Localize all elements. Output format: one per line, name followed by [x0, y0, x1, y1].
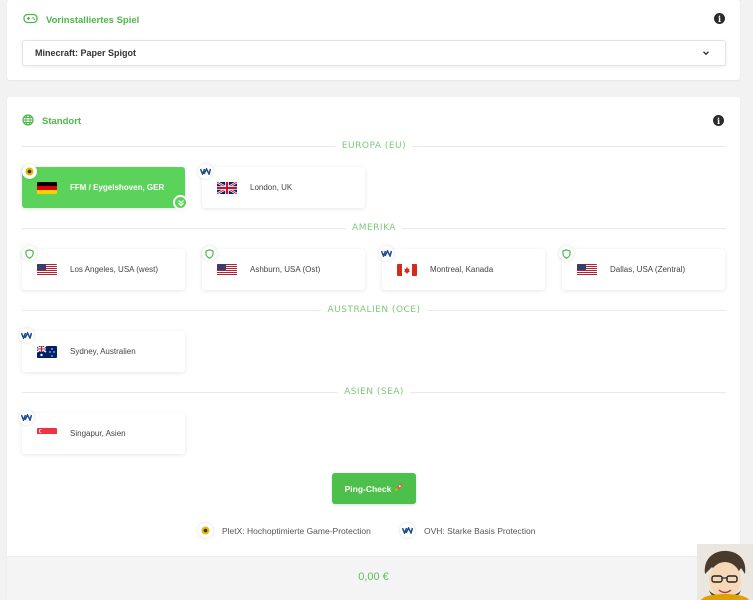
ovh-badge-icon — [198, 164, 213, 179]
shield-icon — [559, 246, 574, 261]
location-los-angeles[interactable]: Los Angeles, USA (west) — [22, 249, 185, 290]
region-divider-australia: AUSTRALIEN (OCE) — [22, 304, 726, 316]
location-name: Ashburn, USA (Ost) — [250, 265, 321, 274]
location-name: Dallas, USA (Zentral) — [610, 265, 686, 274]
globe-icon — [22, 114, 34, 129]
legend-pletx-text: PletX: Hochoptimierte Game-Protection — [222, 525, 371, 536]
price-footer: 0,00 € — [7, 556, 740, 600]
location-name: Sydney, Australien — [70, 347, 136, 356]
usa-flag-icon — [37, 264, 57, 276]
pletx-badge-icon — [22, 164, 37, 179]
ping-check-label: Ping-Check — [344, 483, 392, 494]
location-dallas[interactable]: Dallas, USA (Zentral) — [562, 249, 725, 290]
game-select-value: Minecraft: Paper Spigot — [35, 48, 137, 58]
support-avatar[interactable] — [697, 544, 753, 600]
chevron-double-down-icon — [173, 195, 188, 210]
region-label: AUSTRALIEN (OCE) — [327, 305, 421, 315]
location-name: London, UK — [250, 183, 293, 192]
region-label: ASIEN (SEA) — [344, 387, 404, 397]
rocket-icon — [394, 483, 403, 494]
ovh-badge-icon — [400, 523, 415, 538]
shield-icon — [202, 246, 217, 261]
game-section-title: Vorinstalliertes Spiel — [46, 14, 140, 26]
region-divider-asia: ASIEN (SEA) — [22, 386, 727, 398]
ovh-badge-icon — [19, 410, 34, 425]
location-singapore[interactable]: Singapur, Asien — [22, 413, 185, 454]
usa-flag-icon — [577, 264, 597, 276]
location-sydney[interactable]: Sydney, Australien — [22, 331, 185, 372]
price-total: 0,00 € — [358, 571, 389, 583]
ping-check-button[interactable]: Ping-Check — [332, 473, 416, 504]
location-name: FFM / Eygelshoven, GER — [70, 183, 165, 192]
region-divider-america: AMERIKA — [22, 222, 727, 234]
game-section-header: Vorinstalliertes Spiel — [23, 13, 139, 27]
region-label: EUROPA (EU) — [341, 141, 407, 151]
location-name: Los Angeles, USA (west) — [70, 265, 159, 274]
canada-flag-icon — [397, 264, 417, 276]
germany-flag-icon — [37, 182, 57, 194]
shield-icon — [22, 246, 37, 261]
legend-ovh-text: OVH: Starke Basis Protection — [424, 525, 536, 536]
game-card: Vorinstalliertes Spiel i Minecraft: Pape… — [7, 0, 740, 80]
location-ffm[interactable]: FFM / Eygelshoven, GER — [22, 167, 185, 208]
ovh-badge-icon — [379, 246, 394, 261]
region-divider-europe: EUROPA (EU) — [22, 140, 726, 152]
pletx-badge-icon — [198, 523, 213, 538]
location-name: Montreal, Kanada — [430, 265, 494, 274]
info-icon[interactable]: i — [713, 115, 724, 126]
legend-ovh: OVH: Starke Basis Protection — [400, 523, 536, 538]
location-ashburn[interactable]: Ashburn, USA (Ost) — [202, 249, 365, 290]
info-icon[interactable]: i — [714, 13, 725, 24]
australia-flag-icon — [37, 346, 57, 358]
usa-flag-icon — [217, 264, 237, 276]
singapore-flag-icon — [37, 428, 57, 440]
region-label: AMERIKA — [352, 223, 396, 233]
location-name: Singapur, Asien — [70, 429, 126, 438]
legend-pletx: PletX: Hochoptimierte Game-Protection — [198, 523, 371, 538]
location-section-title: Standort — [42, 116, 82, 127]
ovh-badge-icon — [19, 328, 34, 343]
uk-flag-icon — [217, 182, 237, 194]
location-london[interactable]: London, UK — [202, 167, 365, 208]
gamepad-icon — [23, 13, 38, 27]
chevron-down-icon — [703, 51, 709, 56]
location-section-header: Standort — [22, 114, 81, 129]
game-select[interactable]: Minecraft: Paper Spigot — [22, 40, 726, 66]
location-montreal[interactable]: Montreal, Kanada — [382, 249, 545, 290]
location-card: Standort i EUROPA (EU) AMERIKA AUSTRALIE… — [7, 97, 740, 600]
